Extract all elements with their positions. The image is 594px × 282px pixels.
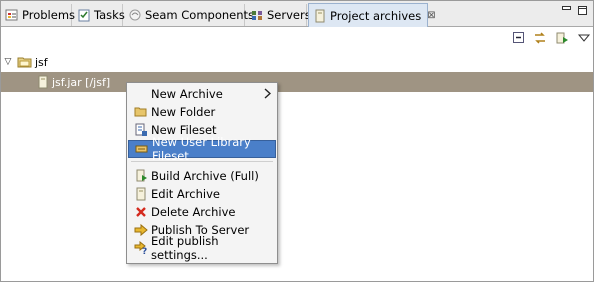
publish-icon — [134, 223, 148, 237]
maximize-icon[interactable] — [578, 5, 587, 15]
menu-item-new-archive[interactable]: New Archive — [128, 85, 276, 103]
menu-item-build-archive[interactable]: Build Archive (Full) — [128, 167, 276, 185]
menu-item-edit-archive[interactable]: Edit Archive — [128, 185, 276, 203]
tab-servers[interactable]: Servers — [246, 4, 311, 26]
tab-tasks[interactable]: Tasks — [73, 4, 125, 26]
svg-text:?: ? — [142, 247, 147, 255]
tree-item-label: jsf — [35, 55, 48, 69]
view-tab-bar: Problems Tasks Seam Components Servers P… — [1, 1, 593, 27]
jar-icon — [36, 75, 50, 89]
menu-item-edit-publish-settings[interactable]: ? Edit publish settings... — [128, 234, 276, 262]
expand-icon[interactable]: ▽ — [1, 57, 15, 67]
menu-item-new-user-library-fileset[interactable]: New User Library Fileset — [128, 135, 276, 163]
publish-settings-icon: ? — [134, 240, 148, 257]
folder-icon — [134, 105, 148, 119]
build-archive-icon — [134, 169, 148, 183]
project-folder-icon — [17, 55, 33, 69]
fileset-icon — [134, 123, 148, 137]
close-tab-icon[interactable]: ⊠ — [427, 10, 435, 21]
link-with-editor-icon[interactable] — [533, 31, 547, 45]
menu-item-new-folder[interactable]: New Folder — [128, 103, 276, 121]
tab-label: Seam Components — [145, 8, 255, 22]
context-menu: New Archive New Folder New Fileset New U… — [126, 82, 278, 264]
project-archives-view: Problems Tasks Seam Components Servers P… — [0, 0, 594, 282]
collapse-all-icon[interactable] — [512, 31, 526, 45]
tab-label: Servers — [267, 8, 311, 22]
delete-icon — [134, 205, 148, 219]
menu-item-delete-archive[interactable]: Delete Archive — [128, 203, 276, 221]
tree-item-jsf[interactable]: ▽ jsf — [1, 52, 48, 72]
tab-label: Problems — [22, 8, 76, 22]
tab-problems[interactable]: Problems — [1, 4, 76, 26]
menu-separator — [131, 161, 273, 162]
tab-label: Tasks — [94, 8, 125, 22]
minimize-icon[interactable] — [562, 5, 571, 14]
window-controls — [562, 5, 587, 15]
tab-seam-components[interactable]: Seam Components — [124, 4, 254, 26]
seam-components-icon — [128, 8, 142, 22]
tab-label: Project archives — [330, 8, 422, 23]
view-toolbar — [1, 27, 593, 49]
edit-archive-icon — [134, 187, 148, 201]
tasks-icon — [77, 8, 91, 22]
tab-project-archives[interactable]: Project archives ⊠ — [308, 3, 436, 27]
tree-item-label: jsf.jar [/jsf] — [52, 75, 111, 89]
tree-item-jsf-jar[interactable]: jsf.jar [/jsf] — [1, 72, 593, 92]
library-fileset-icon — [135, 142, 149, 156]
servers-icon — [250, 8, 264, 22]
problems-icon — [5, 8, 19, 22]
build-icon[interactable] — [555, 31, 569, 45]
view-menu-icon[interactable] — [577, 31, 591, 45]
submenu-arrow-icon — [264, 88, 272, 102]
project-archives-icon — [313, 9, 327, 23]
